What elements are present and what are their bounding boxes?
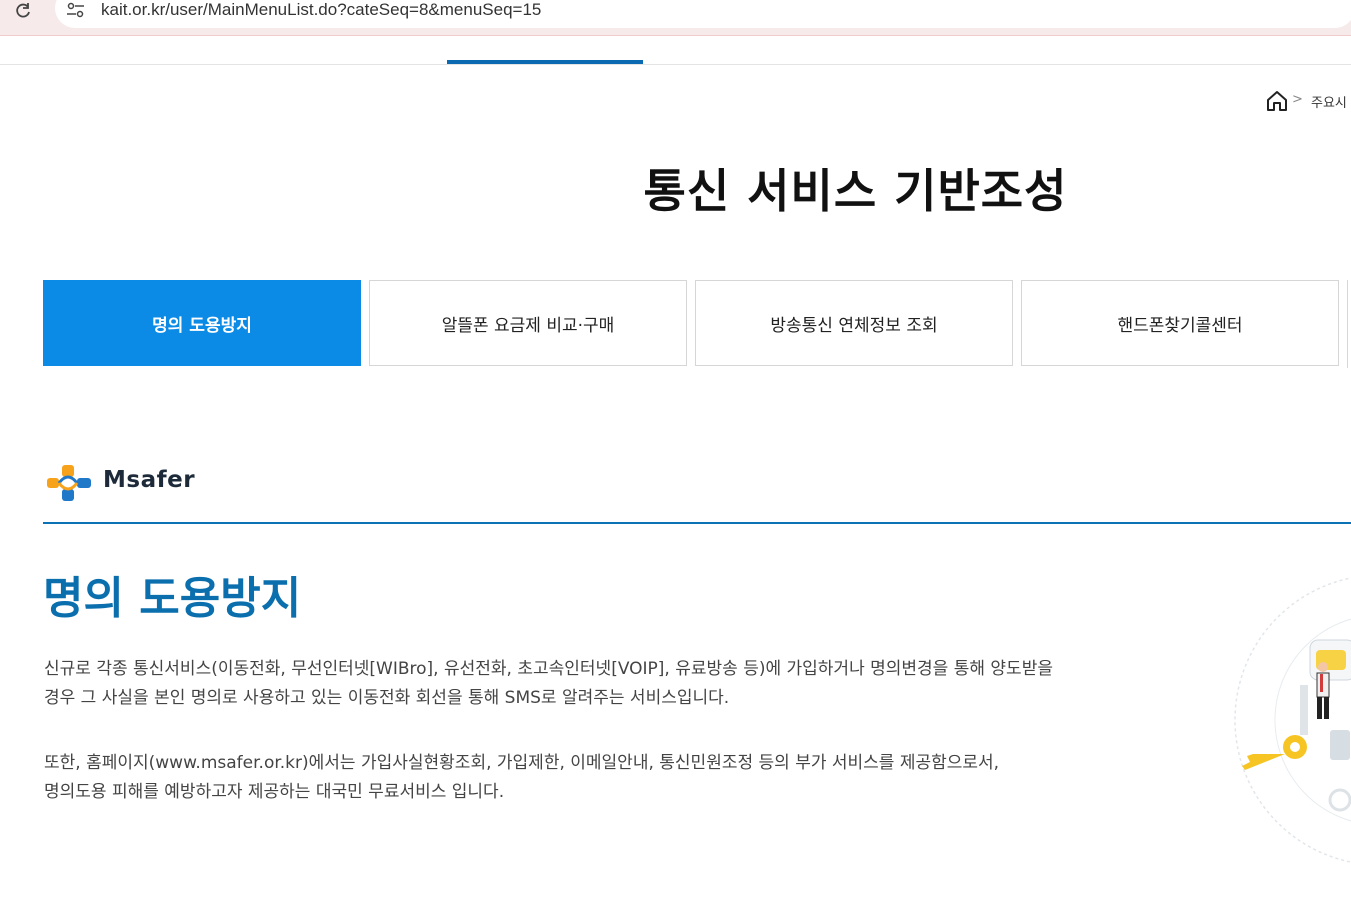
- tab-label: 알뜰폰 요금제 비교·구매: [441, 315, 615, 336]
- breadcrumb-current[interactable]: 주요시: [1311, 92, 1347, 111]
- url-text[interactable]: kait.or.kr/user/MainMenuList.do?cateSeq=…: [101, 0, 541, 20]
- tab-phone-finder-callcenter[interactable]: 핸드폰찾기콜센터: [1021, 280, 1339, 366]
- section-title: 명의 도용방지: [43, 573, 302, 624]
- tab-overdue-info-lookup[interactable]: 방송통신 연체정보 조회: [695, 280, 1013, 366]
- home-icon[interactable]: [1265, 89, 1289, 113]
- description-paragraph-2: 또한, 홈페이지(www.msafer.or.kr)에서는 가입사실현황조회, …: [44, 749, 1144, 807]
- description-paragraph-1: 신규로 각종 통신서비스(이동전화, 무선인터넷[WIBro], 유선전화, 초…: [44, 655, 1144, 713]
- section-divider: [43, 522, 1351, 524]
- page-title: 통신 서비스 기반조성: [643, 164, 1068, 218]
- gnb-divider: [0, 64, 1351, 65]
- logo-text: Msafer: [103, 467, 196, 493]
- msafer-logo-mark: [47, 465, 91, 501]
- reload-icon[interactable]: [13, 1, 33, 21]
- gnb-active-indicator: [447, 60, 643, 64]
- tab-mvno-plan-compare[interactable]: 알뜰폰 요금제 비교·구매: [369, 280, 687, 366]
- tab-identity-theft-prevention[interactable]: 명의 도용방지: [43, 280, 361, 366]
- chevron-right-icon: >: [1292, 92, 1303, 107]
- site-info-icon[interactable]: [66, 1, 86, 19]
- tab-label: 명의 도용방지: [152, 315, 252, 336]
- tab-label: 핸드폰찾기콜센터: [1117, 315, 1243, 336]
- security-illustration: [1234, 577, 1351, 863]
- tab-label: 방송통신 연체정보 조회: [770, 315, 938, 336]
- tab-next-edge[interactable]: [1347, 280, 1351, 368]
- browser-address-bar: kait.or.kr/user/MainMenuList.do?cateSeq=…: [0, 0, 1351, 36]
- paragraph-line: 명의도용 피해를 예방하고자 제공하는 대국민 무료서비스 입니다.: [44, 782, 505, 802]
- paragraph-line: 또한, 홈페이지(www.msafer.or.kr)에서는 가입사실현황조회, …: [44, 753, 1000, 773]
- paragraph-line: 경우 그 사실을 본인 명의로 사용하고 있는 이동전화 회선을 통해 SMS로…: [44, 688, 730, 708]
- paragraph-line: 신규로 각종 통신서비스(이동전화, 무선인터넷[WIBro], 유선전화, 초…: [44, 659, 1053, 679]
